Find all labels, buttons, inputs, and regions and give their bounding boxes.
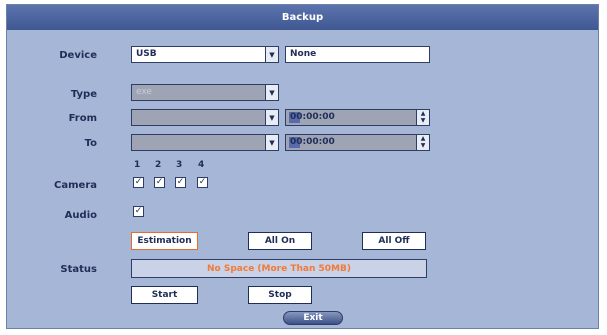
from-date-select[interactable]: ▼ (131, 109, 279, 126)
from-time-value: 00:00:00 (290, 112, 335, 122)
spin-updown-icon[interactable]: ▲ ▼ (416, 110, 429, 125)
estimation-button[interactable]: Estimation (131, 232, 198, 250)
camera-number-3: 3 (176, 160, 183, 170)
device-info-value: None (290, 49, 317, 59)
device-info-field: None (285, 46, 430, 63)
chevron-down-icon[interactable]: ▼ (265, 110, 278, 125)
device-label: Device (59, 50, 97, 61)
device-select[interactable]: USB ▼ (131, 46, 279, 63)
camera-label: Camera (54, 180, 97, 191)
stop-button[interactable]: Stop (248, 286, 312, 304)
camera-3-checkbox[interactable]: ✓ (175, 177, 186, 188)
camera-4-checkbox[interactable]: ✓ (197, 177, 208, 188)
device-value: USB (136, 49, 157, 59)
from-label: From (68, 113, 97, 124)
audio-checkbox[interactable]: ✓ (133, 206, 144, 217)
camera-number-4: 4 (198, 160, 205, 170)
type-label: Type (70, 89, 97, 100)
start-button[interactable]: Start (131, 286, 198, 304)
camera-number-1: 1 (134, 160, 141, 170)
camera-1-checkbox[interactable]: ✓ (133, 177, 144, 188)
to-date-select[interactable]: ▼ (131, 134, 279, 151)
chevron-down-icon[interactable]: ▼ (265, 47, 278, 62)
spin-updown-icon[interactable]: ▲ ▼ (416, 135, 429, 150)
type-select[interactable]: exe ▼ (131, 84, 279, 101)
type-value: exe (136, 87, 152, 97)
to-label: To (84, 138, 97, 149)
audio-label: Audio (64, 210, 97, 221)
from-time-field[interactable]: 00:00:00 ▲ ▼ (285, 109, 430, 126)
to-time-value: 00:00:00 (290, 137, 335, 147)
chevron-down-icon[interactable]: ▼ (265, 135, 278, 150)
backup-dialog: Backup Device USB ▼ None Type exe ▼ From… (6, 4, 599, 329)
dialog-title: Backup (7, 5, 598, 30)
camera-2-checkbox[interactable]: ✓ (154, 177, 165, 188)
status-label: Status (60, 264, 97, 275)
camera-number-2: 2 (155, 160, 162, 170)
exit-button[interactable]: Exit (283, 311, 343, 325)
status-field: No Space (More Than 50MB) (131, 259, 427, 278)
to-time-field[interactable]: 00:00:00 ▲ ▼ (285, 134, 430, 151)
all-off-button[interactable]: All Off (362, 232, 426, 250)
chevron-down-icon[interactable]: ▼ (265, 85, 278, 100)
all-on-button[interactable]: All On (248, 232, 312, 250)
